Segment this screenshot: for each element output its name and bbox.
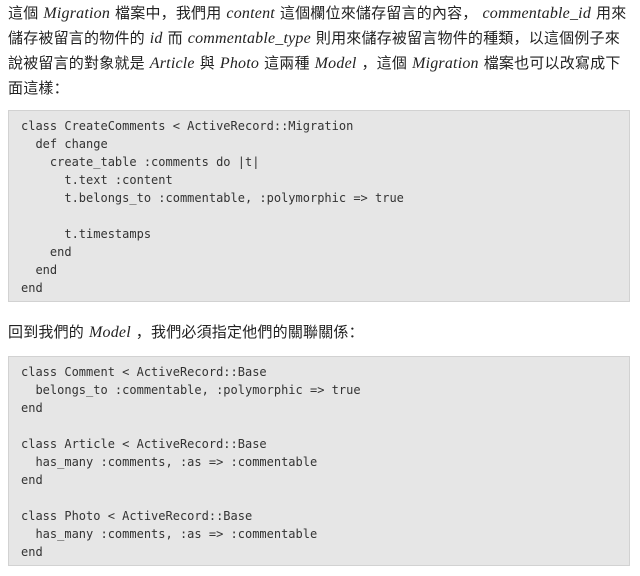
term-id: id [149, 30, 163, 47]
code-line: end [21, 401, 43, 415]
text: 這兩種 [259, 54, 315, 72]
code-line: class Article < ActiveRecord::Base [21, 437, 267, 451]
text: 而 [162, 29, 188, 47]
term-content: content [226, 5, 275, 22]
code-line: create_table :comments do |t| [21, 155, 260, 169]
code-line: has_many :comments, :as => :commentable [21, 527, 318, 541]
term-commentable-id: commentable_id [482, 5, 592, 22]
code-line: end [21, 545, 43, 559]
model-paragraph: 回到我們的 Model ，我們必須指定他們的關聯關係： [8, 320, 632, 345]
term-model: Model [314, 55, 357, 72]
term-photo: Photo [219, 55, 260, 72]
code-line: class Photo < ActiveRecord::Base [21, 509, 253, 523]
code-line: t.timestamps [21, 227, 152, 241]
text: 回到我們的 [8, 323, 89, 341]
code-line: end [21, 263, 58, 277]
text: 這個 [8, 4, 44, 22]
term-migration: Migration [412, 55, 479, 72]
code-line: end [21, 473, 43, 487]
code-line: end [21, 245, 72, 259]
term-commentable-type: commentable_type [187, 30, 311, 47]
term-migration: Migration [43, 5, 111, 22]
code-line: t.text :content [21, 173, 173, 187]
code-line: def change [21, 137, 108, 151]
term-article: Article [149, 55, 195, 72]
code-line: class Comment < ActiveRecord::Base [21, 365, 267, 379]
code-line: belongs_to :commentable, :polymorphic =>… [21, 383, 361, 397]
text: 這個欄位來儲存留言的內容， [274, 4, 483, 22]
code-line: end [21, 281, 43, 295]
model-code-block: class Comment < ActiveRecord::Base belon… [8, 356, 630, 566]
text: ，我們必須指定他們的關聯關係： [130, 323, 364, 341]
text: 與 [194, 54, 220, 72]
code-line: t.belongs_to :commentable, :polymorphic … [21, 191, 404, 205]
code-line: has_many :comments, :as => :commentable [21, 455, 318, 469]
intro-paragraph: 這個 Migration 檔案中，我們用 content 這個欄位來儲存留言的內… [8, 1, 632, 100]
text: 檔案中，我們用 [110, 4, 227, 22]
term-model: Model [88, 324, 131, 341]
text: ，這個 [356, 54, 413, 72]
migration-code-block: class CreateComments < ActiveRecord::Mig… [8, 110, 630, 302]
code-line: class CreateComments < ActiveRecord::Mig… [21, 119, 354, 133]
